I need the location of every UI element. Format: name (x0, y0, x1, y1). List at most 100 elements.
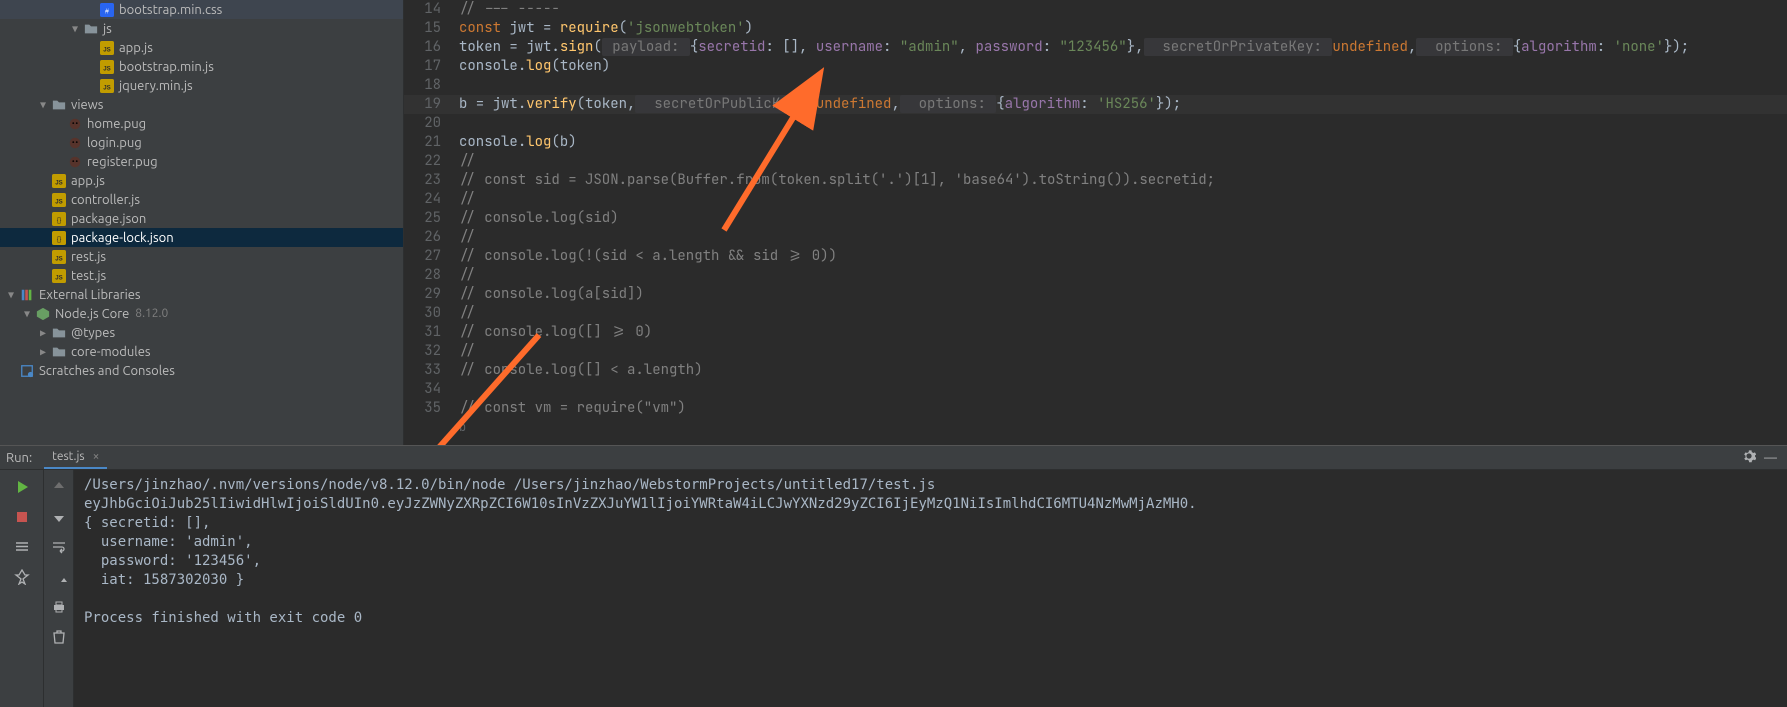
tree-item[interactable]: ▼Node.js Core8.12.0 (0, 304, 403, 323)
code-line[interactable]: console.log(b) (459, 133, 1787, 152)
tree-item-label: rest.js (71, 250, 106, 264)
svg-text:JS: JS (55, 179, 62, 186)
close-icon[interactable]: × (93, 450, 100, 463)
tree-item-label: bootstrap.min.js (119, 60, 214, 74)
tree-item-label: package.json (71, 212, 146, 226)
tree-item[interactable]: ▼views (0, 95, 403, 114)
json-icon: {} (50, 212, 68, 226)
tree-item[interactable]: JScontroller.js (0, 190, 403, 209)
line-number: 24 (404, 190, 459, 209)
tree-item[interactable]: {}package.json (0, 209, 403, 228)
svg-text:JS: JS (55, 255, 62, 262)
code-line[interactable]: // (459, 342, 1787, 361)
line-number: 35 (404, 399, 459, 418)
tree-item[interactable]: JS test.js (0, 266, 403, 285)
js-icon: JS (98, 41, 116, 55)
line-number: 15 (404, 19, 459, 38)
print-icon[interactable] (48, 596, 70, 618)
code-line[interactable]: // (459, 152, 1787, 171)
code-line[interactable] (459, 114, 1787, 133)
code-line[interactable]: // console.log([] >= 0) (459, 323, 1787, 342)
code-line[interactable]: const jwt = require('jsonwebtoken') (459, 19, 1787, 38)
js-icon: JS (50, 174, 68, 188)
tree-item[interactable]: JSbootstrap.min.js (0, 57, 403, 76)
project-tree[interactable]: #bootstrap.min.css▼jsJSapp.jsJSbootstrap… (0, 0, 404, 445)
chevron-icon[interactable]: ▼ (20, 308, 34, 320)
code-line[interactable]: // (459, 190, 1787, 209)
tree-item[interactable]: register.pug (0, 152, 403, 171)
run-label: Run: (6, 451, 32, 465)
run-tab[interactable]: test.js × (44, 447, 107, 469)
tree-item[interactable]: JSapp.js (0, 171, 403, 190)
css-icon: # (98, 3, 116, 17)
chevron-icon[interactable]: ▼ (68, 23, 82, 35)
tree-item[interactable]: JS rest.js (0, 247, 403, 266)
trash-icon[interactable] (48, 626, 70, 648)
chevron-icon[interactable]: ▼ (4, 289, 18, 301)
code-line[interactable]: // (459, 228, 1787, 247)
code-line[interactable]: // console.log(a[sid]) (459, 285, 1787, 304)
pin-button[interactable] (11, 566, 33, 588)
tree-item[interactable]: JSapp.js (0, 38, 403, 57)
tree-item[interactable]: Scratches and Consoles (0, 361, 403, 380)
code-line[interactable]: // (459, 304, 1787, 323)
soft-wrap-icon[interactable] (48, 536, 70, 558)
line-number: 27 (404, 247, 459, 266)
tree-item-label: @types (71, 326, 115, 340)
gear-icon[interactable] (1738, 449, 1760, 466)
code-line[interactable]: console.log(token) (459, 57, 1787, 76)
code-line[interactable]: // const sid = JSON.parse(Buffer.from(to… (459, 171, 1787, 190)
tree-item-label: test.js (71, 269, 106, 283)
stop-button[interactable] (11, 506, 33, 528)
tree-item[interactable]: #bootstrap.min.css (0, 0, 403, 19)
up-icon[interactable] (48, 476, 70, 498)
tree-item[interactable]: JSjquery.min.js (0, 76, 403, 95)
run-toolbar-inner (44, 470, 74, 707)
code-line[interactable]: b = jwt.verify(token, secretOrPublicKey:… (459, 95, 1787, 114)
console-output[interactable]: /Users/jinzhao/.nvm/versions/node/v8.12.… (74, 470, 1787, 707)
code-line[interactable]: // (459, 266, 1787, 285)
line-number: 23 (404, 171, 459, 190)
code-line[interactable]: // console.log(!(sid < a.length && sid >… (459, 247, 1787, 266)
svg-text:JS: JS (55, 274, 62, 281)
rerun-button[interactable] (11, 476, 33, 498)
line-number: 31 (404, 323, 459, 342)
tree-item-label: bootstrap.min.css (119, 3, 222, 17)
chevron-icon[interactable]: ▶ (36, 327, 50, 339)
folder-icon (50, 345, 68, 359)
line-number: 26 (404, 228, 459, 247)
folder-icon (50, 98, 68, 112)
tree-item[interactable]: ▶ @types (0, 323, 403, 342)
svg-text:JS: JS (103, 84, 110, 91)
tree-item[interactable]: ▼js (0, 19, 403, 38)
code-line[interactable]: // const vm = require("vm") (459, 399, 1787, 418)
tree-item-label: register.pug (87, 155, 158, 169)
folder-icon (50, 326, 68, 340)
line-number: 17 (404, 57, 459, 76)
tree-item[interactable]: login.pug (0, 133, 403, 152)
tree-item[interactable]: {}package-lock.json (0, 228, 403, 247)
code-line[interactable] (459, 380, 1787, 399)
scroll-end-icon[interactable] (48, 566, 70, 588)
code-line[interactable]: // console.log([] < a.length) (459, 361, 1787, 380)
js-icon: JS (50, 269, 68, 283)
code-line[interactable]: token = jwt.sign( payload: {secretid: []… (459, 38, 1787, 57)
code-line[interactable]: // console.log(sid) (459, 209, 1787, 228)
chevron-icon[interactable]: ▼ (36, 99, 50, 111)
js-icon: JS (50, 193, 68, 207)
tree-item[interactable]: home.pug (0, 114, 403, 133)
code-editor[interactable]: 14// --- -----15const jwt = require('jso… (404, 0, 1787, 445)
code-line[interactable] (459, 76, 1787, 95)
down-icon[interactable] (48, 506, 70, 528)
minimize-icon[interactable]: — (1760, 451, 1781, 465)
code-line[interactable]: // --- ----- (459, 0, 1787, 19)
svg-text:{}: {} (57, 235, 62, 243)
chevron-icon[interactable]: ▶ (36, 346, 50, 358)
json-icon: {} (50, 231, 68, 245)
tree-item[interactable]: ▼External Libraries (0, 285, 403, 304)
tree-item[interactable]: ▶core-modules (0, 342, 403, 361)
js-icon: JS (98, 60, 116, 74)
dump-button[interactable] (11, 536, 33, 558)
line-number: 29 (404, 285, 459, 304)
tree-item-label: Scratches and Consoles (39, 364, 175, 378)
